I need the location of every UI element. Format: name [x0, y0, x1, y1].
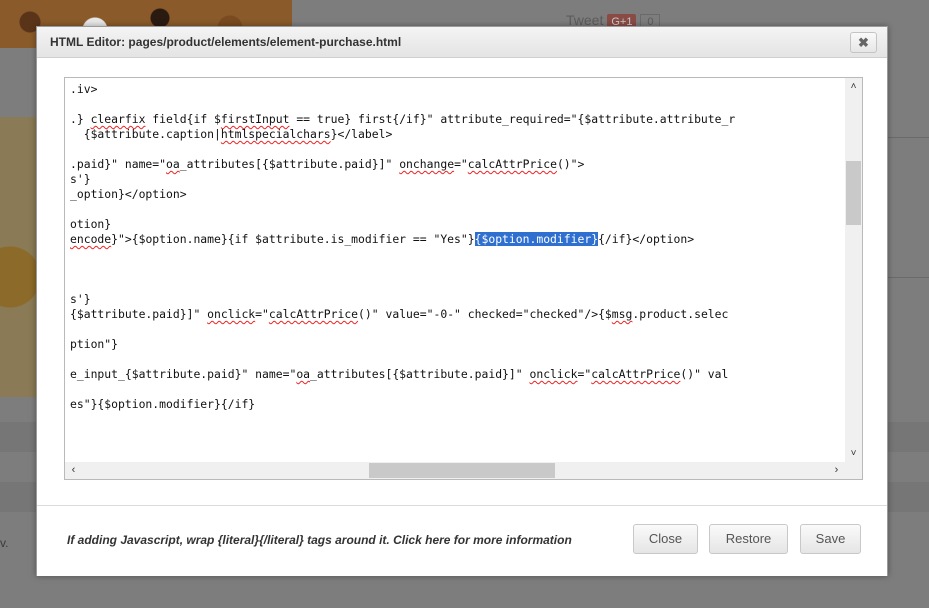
misspelled-code-token: htmlspecialchars — [220, 127, 331, 141]
dialog-footer: If adding Javascript, wrap {literal}{/li… — [37, 505, 887, 576]
code-token: _option}</option> — [70, 187, 187, 201]
close-icon[interactable]: ✖ — [850, 32, 877, 53]
code-line[interactable]: encode}">{$option.name}{if $attribute.is… — [70, 232, 694, 247]
javascript-help-link[interactable]: If adding Javascript, wrap {literal}{/li… — [67, 533, 572, 547]
code-token: otion} — [70, 217, 112, 231]
horizontal-scrollbar[interactable]: ‹ › — [65, 462, 862, 479]
code-text-area[interactable]: .iv>.} clearfix field{if $firstInput == … — [65, 78, 845, 462]
code-line[interactable]: {$attribute.paid}]" onclick="calcAttrPri… — [70, 307, 728, 322]
code-editor[interactable]: .iv>.} clearfix field{if $firstInput == … — [64, 77, 863, 480]
code-token: e_input_{$attribute.paid}" name=" — [70, 367, 297, 381]
selected-code-text: {$option.modifier} — [474, 232, 599, 246]
code-token: s'} — [70, 172, 91, 186]
code-line[interactable]: .} clearfix field{if $firstInput == true… — [70, 112, 735, 127]
misspelled-code-token: encode — [70, 232, 112, 246]
code-line[interactable]: .iv> — [70, 82, 97, 97]
code-line[interactable]: .paid}" name="oa_attributes[{$attribute.… — [70, 157, 584, 172]
code-line[interactable]: otion} — [70, 217, 111, 232]
restore-button[interactable]: Restore — [709, 524, 788, 554]
save-button[interactable]: Save — [800, 524, 861, 554]
code-token: }">{$option.name}{if $attribute.is_modif… — [111, 232, 475, 246]
code-line[interactable]: {$attribute.caption|htmlspecialchars}</l… — [70, 127, 393, 142]
code-token: .product.selec — [632, 307, 729, 321]
misspelled-code-token: calcAttrPrice — [268, 307, 359, 321]
code-line[interactable]: s'} — [70, 172, 91, 187]
misspelled-code-token: calcAttrPrice — [467, 157, 557, 171]
code-token: .iv> — [70, 82, 98, 96]
code-token: {$attribute.paid}]" — [70, 307, 208, 321]
horizontal-scroll-thumb[interactable] — [369, 463, 555, 478]
code-token: }</label> — [330, 127, 393, 141]
vertical-scrollbar[interactable]: ˄ ˅ — [845, 78, 862, 462]
code-line[interactable]: ption"} — [70, 337, 118, 352]
code-token: =" — [577, 367, 592, 381]
scroll-left-icon[interactable]: ‹ — [65, 462, 82, 479]
code-token: .paid}" name=" — [70, 157, 167, 171]
code-line[interactable]: s'} — [70, 292, 91, 307]
background-text: v. — [0, 536, 9, 550]
code-token: {/if}</option> — [598, 232, 695, 246]
misspelled-code-token: onclick — [529, 367, 578, 381]
code-token: _attributes[{$attribute.paid}]" — [179, 157, 400, 171]
misspelled-code-token: onclick — [207, 307, 256, 321]
code-token: ()" val — [680, 367, 729, 381]
code-token: _attributes[{$attribute.paid}]" — [310, 367, 530, 381]
vertical-scroll-thumb[interactable] — [846, 161, 861, 225]
code-token: =" — [255, 307, 269, 321]
code-token: .} — [70, 112, 91, 126]
code-token: ption"} — [70, 337, 119, 351]
misspelled-code-token: oa — [166, 157, 180, 171]
html-editor-dialog: HTML Editor: pages/product/elements/elem… — [36, 26, 888, 576]
code-token: ()"> — [556, 157, 585, 171]
dialog-title: HTML Editor: pages/product/elements/elem… — [50, 35, 402, 49]
dialog-header: HTML Editor: pages/product/elements/elem… — [37, 27, 887, 58]
code-line[interactable]: e_input_{$attribute.paid}" name="oa_attr… — [70, 367, 728, 382]
code-token: {$attribute.caption| — [70, 127, 221, 141]
background-divider — [887, 137, 929, 138]
misspelled-code-token: firstInput — [220, 112, 290, 126]
code-token: ()" value="-0-" checked="checked"/>{$ — [358, 307, 612, 321]
scrollbar-corner — [845, 462, 862, 479]
code-token: =" — [454, 157, 468, 171]
misspelled-code-token: msg — [611, 307, 633, 321]
close-button[interactable]: Close — [633, 524, 698, 554]
misspelled-code-token: oa — [296, 367, 311, 381]
misspelled-code-token: calcAttrPrice — [591, 367, 681, 381]
code-token: field{if $ — [145, 112, 221, 126]
scroll-right-icon[interactable]: › — [828, 462, 845, 479]
scroll-up-icon[interactable]: ˄ — [845, 78, 862, 95]
code-token: == true} first{/if}" attribute_required=… — [289, 112, 736, 126]
background-side-image — [0, 117, 36, 397]
code-token: es"}{$option.modifier}{/if} — [70, 397, 256, 411]
background-divider — [887, 277, 929, 278]
misspelled-code-token: clearfix — [90, 112, 146, 126]
code-line[interactable]: es"}{$option.modifier}{/if} — [70, 397, 255, 412]
scroll-down-icon[interactable]: ˅ — [845, 445, 862, 462]
code-token: s'} — [70, 292, 91, 306]
misspelled-code-token: onchange — [399, 157, 455, 171]
code-line[interactable]: _option}</option> — [70, 187, 187, 202]
